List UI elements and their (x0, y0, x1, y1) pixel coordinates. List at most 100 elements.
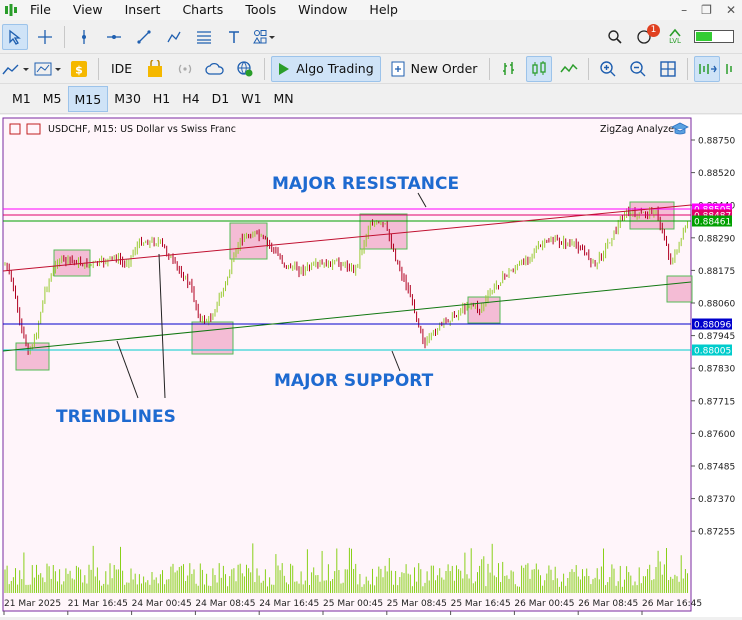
timeframe-m5[interactable]: M5 (37, 86, 68, 112)
menu-file[interactable]: File (22, 0, 65, 20)
menu-view[interactable]: View (65, 0, 117, 20)
coin-icon[interactable]: $ (66, 56, 92, 82)
minimize-icon[interactable]: – (681, 3, 687, 17)
price-label: 0.87945 (698, 332, 735, 342)
algo-trading-button[interactable]: Algo Trading (271, 55, 381, 82)
text-tool-icon[interactable] (221, 24, 247, 50)
fibonacci-tool-icon[interactable] (191, 24, 217, 50)
menu-help[interactable]: Help (361, 0, 412, 20)
cursor-tool-icon[interactable] (2, 23, 28, 50)
price-label: 0.87370 (698, 495, 735, 505)
time-label: 25 Mar 16:45 (451, 599, 511, 609)
chart-shift-icon[interactable] (694, 55, 721, 82)
price-badge: 0.88461 (694, 218, 731, 228)
market-bag-icon[interactable] (142, 56, 168, 82)
major-support-label: MAJOR SUPPORT (274, 371, 434, 391)
price-label: 0.87830 (698, 365, 735, 375)
time-label: 26 Mar 16:45 (642, 599, 702, 609)
timeframe-toolbar: M1 M5 M15 M30 H1 H4 D1 W1 MN (0, 84, 742, 114)
time-label: 25 Mar 08:45 (387, 599, 447, 609)
price-label: 0.88520 (698, 169, 735, 179)
time-label: 26 Mar 00:45 (514, 599, 574, 609)
drawing-toolbar: 1 LVL (0, 20, 742, 54)
timeframe-m1[interactable]: M1 (6, 86, 37, 112)
chart-templates-icon[interactable] (34, 56, 62, 82)
timeframe-mn[interactable]: MN (268, 86, 300, 112)
price-badge: 0.88096 (694, 321, 731, 331)
time-label: 24 Mar 16:45 (259, 599, 319, 609)
tile-windows-icon[interactable] (655, 56, 681, 82)
menu-tools[interactable]: Tools (237, 0, 290, 20)
menu-insert[interactable]: Insert (117, 0, 175, 20)
price-label: 0.87600 (698, 430, 735, 440)
new-order-icon (391, 61, 405, 76)
chart-toolbar: $ IDE Algo Trading New Order (0, 54, 742, 84)
horizontal-line-tool-icon[interactable] (101, 24, 127, 50)
timeframe-w1[interactable]: W1 (235, 86, 267, 112)
price-badge: 0.88005 (694, 347, 731, 357)
time-label: 24 Mar 08:45 (195, 599, 255, 609)
battery-fill (696, 32, 713, 41)
zigzag-zone (359, 213, 408, 250)
zoom-in-icon[interactable] (595, 56, 621, 82)
candlestick-chart-icon[interactable] (526, 55, 553, 82)
price-label: 0.88290 (698, 234, 735, 244)
trendlines-label: TRENDLINES (56, 407, 176, 427)
polyline-tool-icon[interactable] (161, 24, 187, 50)
line-chart-icon[interactable] (556, 56, 582, 82)
chart-window[interactable]: MAJOR RESISTANCE MAJOR SUPPORT TRENDLINE… (0, 115, 742, 617)
signal-icon[interactable] (172, 56, 198, 82)
zoom-out-icon[interactable] (625, 56, 651, 82)
menu-window[interactable]: Window (290, 0, 361, 20)
bar-chart-icon[interactable] (496, 56, 522, 82)
new-order-label: New Order (410, 61, 478, 76)
toolbar-separator (687, 57, 689, 80)
zigzag-zone (191, 321, 234, 355)
timeframe-m30[interactable]: M30 (108, 86, 147, 112)
level-label: LVL (669, 37, 681, 45)
line-chart-type-icon[interactable] (2, 56, 30, 82)
toolbar-separator (489, 57, 491, 80)
zigzag-analyzer-label: ZigZag Analyzer (600, 124, 678, 135)
search-icon[interactable] (602, 24, 628, 50)
new-order-button[interactable]: New Order (385, 56, 484, 82)
trendline-tool-icon[interactable] (131, 24, 157, 50)
level-indicator[interactable]: LVL (662, 24, 688, 50)
menu-charts[interactable]: Charts (174, 0, 237, 20)
restore-icon[interactable]: ❐ (701, 3, 712, 17)
price-label: 0.88750 (698, 137, 735, 147)
ide-button[interactable]: IDE (105, 56, 138, 82)
cloud-icon[interactable] (202, 56, 228, 82)
autoscroll-icon[interactable] (724, 56, 734, 82)
price-chart[interactable]: MAJOR RESISTANCE MAJOR SUPPORT TRENDLINE… (0, 115, 742, 617)
chat-notifications-icon[interactable]: 1 (632, 23, 660, 50)
toolbar-separator (64, 25, 65, 48)
close-icon[interactable]: ✕ (726, 3, 736, 17)
vertical-line-tool-icon[interactable] (71, 24, 97, 50)
toolbar-separator (264, 57, 266, 80)
crosshair-tool-icon[interactable] (32, 24, 58, 50)
toolbar-separator (588, 57, 590, 80)
timeframe-m15[interactable]: M15 (67, 85, 109, 112)
price-label: 0.87255 (698, 528, 735, 538)
battery-indicator (694, 30, 734, 43)
time-label: 21 Mar 16:45 (68, 599, 128, 609)
major-resistance-label: MAJOR RESISTANCE (272, 174, 459, 194)
algo-trading-label: Algo Trading (296, 61, 374, 76)
symbol-title: USDCHF, M15: US Dollar vs Swiss Franc (48, 124, 236, 135)
timeframe-h4[interactable]: H4 (176, 86, 205, 112)
timeframe-d1[interactable]: D1 (206, 86, 236, 112)
vps-globe-icon[interactable] (232, 56, 258, 82)
time-label: 21 Mar 2025 (4, 599, 61, 609)
time-label: 25 Mar 00:45 (323, 599, 383, 609)
svg-text:$: $ (75, 63, 83, 76)
notification-badge: 1 (647, 23, 660, 37)
price-label: 0.87715 (698, 397, 735, 407)
price-label: 0.87485 (698, 463, 735, 473)
price-label: 0.88060 (698, 300, 735, 310)
play-icon (279, 62, 290, 75)
zigzag-zone (666, 275, 693, 303)
timeframe-h1[interactable]: H1 (147, 86, 176, 112)
time-label: 26 Mar 08:45 (578, 599, 638, 609)
shapes-tool-icon[interactable] (251, 24, 277, 50)
